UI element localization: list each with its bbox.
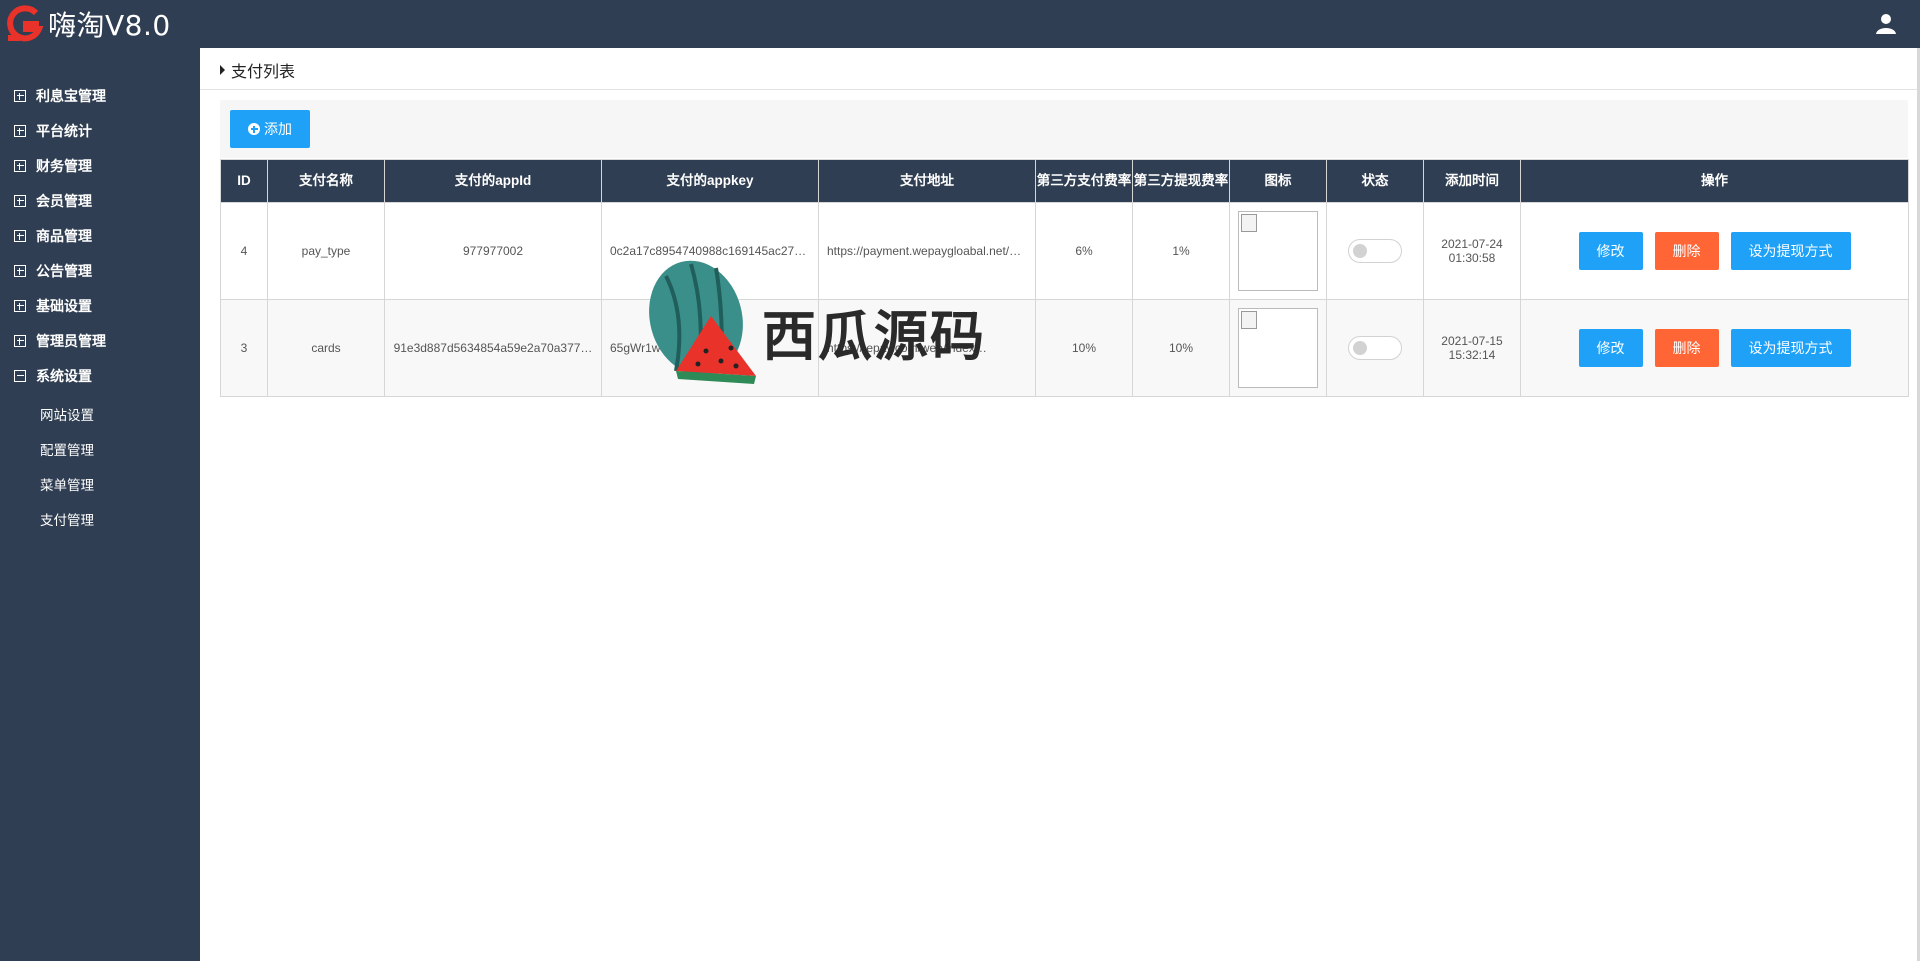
col-actions: 操作	[1520, 159, 1909, 203]
col-appid: 支付的appId	[384, 159, 602, 203]
add-button[interactable]: 添加	[230, 110, 310, 148]
expand-plus-icon	[14, 300, 26, 312]
sidebar-item-label: 管理员管理	[36, 333, 106, 349]
cell-withdraw-rate: 10%	[1132, 299, 1230, 397]
expand-plus-icon	[14, 195, 26, 207]
cell-icon	[1229, 299, 1327, 397]
sidebar-item-lixibao[interactable]: 利息宝管理	[14, 84, 106, 108]
cell-pay-rate: 6%	[1035, 202, 1133, 300]
sidebar-item-label: 商品管理	[36, 228, 92, 244]
plus-circle-icon	[248, 123, 260, 135]
table-row: 3 cards 91e3d887d5634854a59e2a70a377… 65…	[220, 299, 1909, 397]
set-withdraw-button[interactable]: 设为提现方式	[1730, 329, 1851, 367]
logo-g-icon	[7, 5, 44, 42]
col-withdraw-rate: 第三方提现费率	[1132, 159, 1230, 203]
page-title-text: 支付列表	[231, 64, 296, 81]
status-toggle[interactable]	[1348, 239, 1402, 263]
status-toggle[interactable]	[1348, 336, 1402, 360]
expand-plus-icon	[14, 230, 26, 242]
col-pay-rate: 第三方支付费率	[1035, 159, 1133, 203]
top-bar: 嗨淘V8.0	[0, 0, 1920, 48]
expand-plus-icon	[14, 265, 26, 277]
app-logo[interactable]: 嗨淘V8.0	[6, 4, 171, 44]
toolbar: 添加	[220, 100, 1908, 158]
time-text: 15:32:14	[1448, 348, 1496, 362]
sidebar-item-members[interactable]: 会员管理	[14, 189, 92, 213]
collapse-minus-icon	[14, 370, 26, 382]
col-appkey: 支付的appkey	[601, 159, 819, 203]
expand-plus-icon	[14, 160, 26, 172]
payment-table: ID 支付名称 支付的appId 支付的appkey 支付地址 第三方支付费率 …	[220, 159, 1909, 397]
sidebar-item-label: 会员管理	[36, 193, 92, 209]
expand-plus-icon	[14, 125, 26, 137]
date-text: 2021-07-15	[1441, 334, 1503, 348]
edit-button[interactable]: 修改	[1578, 329, 1643, 367]
col-status: 状态	[1326, 159, 1424, 203]
sidebar-subitem-config[interactable]: 配置管理	[40, 438, 94, 460]
cell-status	[1326, 202, 1424, 300]
time-text: 01:30:58	[1448, 251, 1496, 265]
sidebar-subitem-payment[interactable]: 支付管理	[40, 508, 94, 530]
col-id: ID	[220, 159, 268, 203]
sidebar-item-basic-settings[interactable]: 基础设置	[14, 294, 92, 318]
sidebar-item-label: 财务管理	[36, 158, 92, 174]
col-date: 添加时间	[1423, 159, 1521, 203]
sidebar-item-label: 基础设置	[36, 298, 92, 314]
expand-plus-icon	[14, 90, 26, 102]
table-row: 4 pay_type 977977002 0c2a17c8954740988c1…	[220, 202, 1909, 300]
sidebar-subitem-menu[interactable]: 菜单管理	[40, 473, 94, 495]
expand-plus-icon	[14, 335, 26, 347]
cell-name: pay_type	[267, 202, 385, 300]
sidebar-item-finance[interactable]: 财务管理	[14, 154, 92, 178]
cell-date: 2021-07-24 01:30:58	[1423, 202, 1521, 300]
app-title: 嗨淘V8.0	[48, 9, 171, 42]
cell-withdraw-rate: 1%	[1132, 202, 1230, 300]
sidebar-item-label: 系统设置	[36, 368, 92, 384]
sidebar-item-label: 利息宝管理	[36, 88, 106, 104]
sidebar-item-label: 公告管理	[36, 263, 92, 279]
cell-name: cards	[267, 299, 385, 397]
add-button-label: 添加	[264, 121, 292, 137]
caret-right-icon	[220, 65, 225, 75]
col-url: 支付地址	[818, 159, 1036, 203]
table-header-row: ID 支付名称 支付的appId 支付的appkey 支付地址 第三方支付费率 …	[220, 159, 1909, 203]
page-header: 支付列表	[200, 48, 1920, 90]
sidebar-item-announcements[interactable]: 公告管理	[14, 259, 92, 283]
cell-id: 4	[220, 202, 268, 300]
date-text: 2021-07-24	[1441, 237, 1503, 251]
delete-button[interactable]: 删除	[1654, 329, 1719, 367]
cell-appid: 977977002	[384, 202, 602, 300]
user-icon[interactable]	[1874, 11, 1898, 35]
cell-date: 2021-07-15 15:32:14	[1423, 299, 1521, 397]
edit-button[interactable]: 修改	[1578, 232, 1643, 270]
cell-appid: 91e3d887d5634854a59e2a70a377…	[384, 299, 602, 397]
cell-pay-rate: 10%	[1035, 299, 1133, 397]
cell-icon	[1229, 202, 1327, 300]
page-title: 支付列表	[220, 58, 295, 82]
payment-icon-image	[1238, 308, 1318, 388]
sidebar-subitem-site-settings[interactable]: 网站设置	[40, 403, 94, 425]
set-withdraw-button[interactable]: 设为提现方式	[1730, 232, 1851, 270]
sidebar-item-system-settings[interactable]: 系统设置	[14, 364, 92, 388]
col-icon: 图标	[1229, 159, 1327, 203]
sidebar: 利息宝管理 平台统计 财务管理 会员管理 商品管理 公告管理 基础设置 管理员管…	[0, 48, 200, 961]
cell-actions: 修改 删除 设为提现方式	[1520, 299, 1909, 397]
cell-status	[1326, 299, 1424, 397]
payment-icon-image	[1238, 211, 1318, 291]
watermark-text: 西瓜源码	[762, 305, 986, 368]
sidebar-item-admins[interactable]: 管理员管理	[14, 329, 106, 353]
cell-id: 3	[220, 299, 268, 397]
delete-button[interactable]: 删除	[1654, 232, 1719, 270]
cell-actions: 修改 删除 设为提现方式	[1520, 202, 1909, 300]
col-name: 支付名称	[267, 159, 385, 203]
sidebar-item-products[interactable]: 商品管理	[14, 224, 92, 248]
sidebar-item-label: 平台统计	[36, 123, 92, 139]
sidebar-item-platform-stats[interactable]: 平台统计	[14, 119, 92, 143]
